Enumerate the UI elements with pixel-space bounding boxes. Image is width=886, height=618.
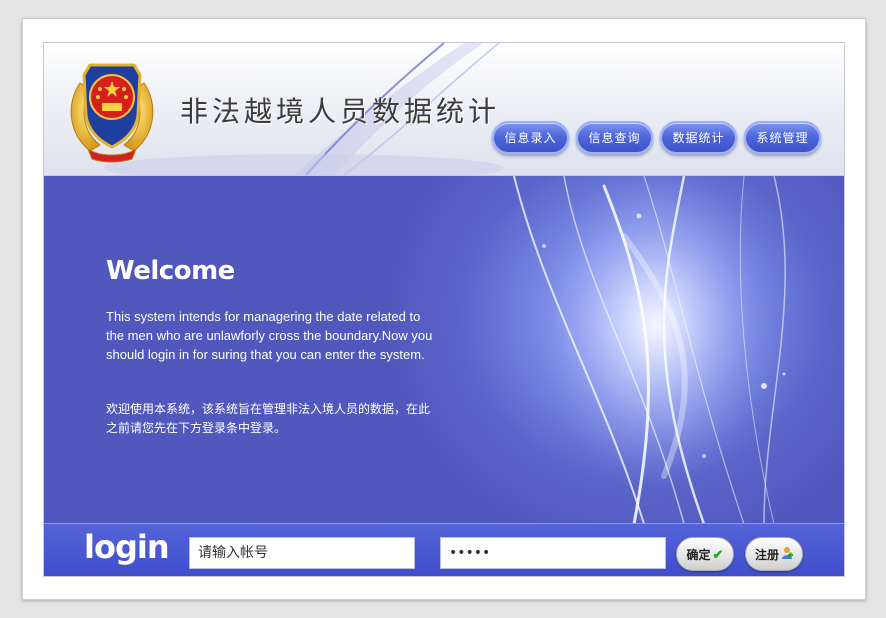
- header: 非法越境人员数据统计 信息录入 信息查询 数据统计 系统管理: [44, 43, 844, 175]
- welcome-banner: Welcome This system intends for manageri…: [44, 175, 844, 524]
- login-bar: login 确定 ✔ 注册: [44, 523, 844, 576]
- confirm-button-label: 确定: [686, 547, 711, 562]
- welcome-text-cn: 欢迎使用本系统，该系统旨在管理非法入境人员的数据，在此之前请您先在下方登录条中登…: [106, 402, 431, 435]
- welcome-heading: Welcome: [106, 256, 235, 286]
- confirm-button[interactable]: 确定 ✔: [676, 537, 734, 571]
- app-container: 非法越境人员数据统计 信息录入 信息查询 数据统计 系统管理 Welcome T…: [43, 42, 845, 577]
- nav-info-query-button[interactable]: 信息查询: [576, 121, 653, 154]
- login-label: login: [84, 528, 170, 566]
- password-input[interactable]: [440, 537, 666, 569]
- register-button-label: 注册: [754, 547, 779, 562]
- nav-system-admin-button[interactable]: 系统管理: [744, 121, 821, 154]
- main-nav: 信息录入 信息查询 数据统计 系统管理: [492, 121, 821, 154]
- welcome-text-en: This system intends for managering the d…: [106, 309, 433, 362]
- user-add-icon: [781, 546, 793, 562]
- app-title: 非法越境人员数据统计: [180, 95, 501, 128]
- nav-data-stats-button[interactable]: 数据统计: [660, 121, 737, 154]
- nav-info-entry-button[interactable]: 信息录入: [492, 121, 569, 154]
- check-icon: ✔: [712, 546, 724, 562]
- account-input[interactable]: [189, 537, 415, 569]
- register-button[interactable]: 注册: [745, 537, 803, 571]
- national-emblem-icon: [60, 53, 164, 165]
